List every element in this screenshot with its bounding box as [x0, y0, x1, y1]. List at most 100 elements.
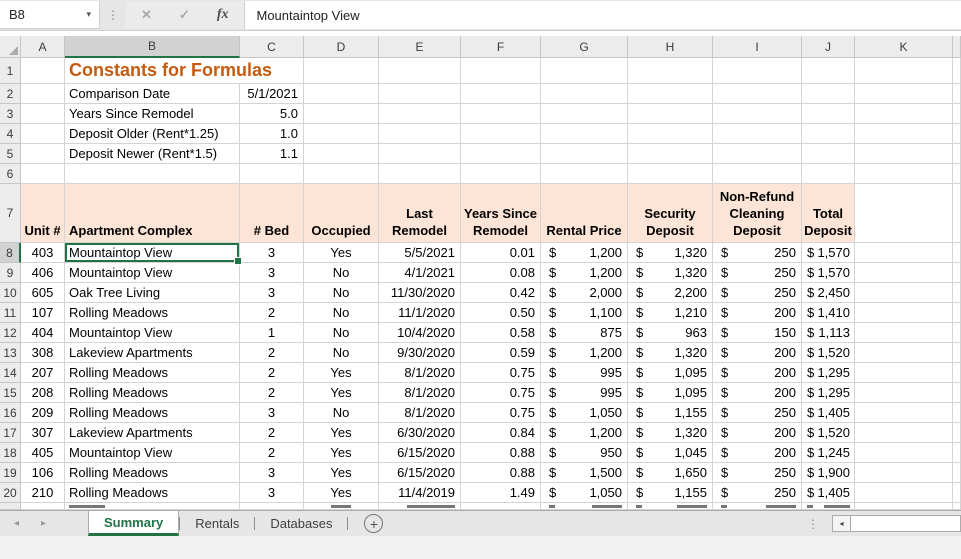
cell[interactable]	[855, 443, 953, 463]
cell[interactable]	[855, 463, 953, 483]
column-header-J[interactable]: J	[802, 36, 855, 58]
cell-A8[interactable]: 403	[21, 243, 65, 263]
row-header-18[interactable]: 18	[0, 443, 21, 463]
cell-C9[interactable]: 3	[240, 263, 304, 283]
cell[interactable]	[461, 58, 541, 84]
cell-D8[interactable]: Yes	[304, 243, 379, 263]
cell-F12[interactable]: 0.58	[461, 323, 541, 343]
cell-D16[interactable]: No	[304, 403, 379, 423]
cell-J14[interactable]: $1,295	[802, 363, 855, 383]
cell-G11[interactable]: $1,100	[541, 303, 628, 323]
cell-J21[interactable]	[802, 503, 855, 510]
cell[interactable]	[304, 84, 379, 104]
cell[interactable]	[802, 84, 855, 104]
cell-A19[interactable]: 106	[21, 463, 65, 483]
cell-F13[interactable]: 0.59	[461, 343, 541, 363]
cell-A10[interactable]: 605	[21, 283, 65, 303]
cell-C8[interactable]: 3	[240, 243, 304, 263]
cell-I16[interactable]: $250	[713, 403, 802, 423]
cell[interactable]	[541, 124, 628, 144]
cell-A13[interactable]: 308	[21, 343, 65, 363]
cell-B8[interactable]: Mountaintop View	[65, 243, 242, 265]
table-header-D7[interactable]: Occupied	[304, 184, 379, 243]
column-header-D[interactable]: D	[304, 36, 379, 58]
cell[interactable]	[802, 124, 855, 144]
cell-F10[interactable]: 0.42	[461, 283, 541, 303]
cell[interactable]	[855, 503, 953, 510]
cell-H10[interactable]: $2,200	[628, 283, 713, 303]
row-header-19[interactable]: 19	[0, 463, 21, 483]
row-header-17[interactable]: 17	[0, 423, 21, 443]
cell-G19[interactable]: $1,500	[541, 463, 628, 483]
cell[interactable]	[953, 363, 961, 383]
table-header-F7[interactable]: Years Since Remodel	[461, 184, 541, 243]
cell[interactable]	[855, 423, 953, 443]
cell-F9[interactable]: 0.08	[461, 263, 541, 283]
cell-I15[interactable]: $200	[713, 383, 802, 403]
cell[interactable]	[379, 144, 461, 164]
cell-I13[interactable]: $200	[713, 343, 802, 363]
row-header-1[interactable]: 1	[0, 58, 21, 84]
cell-D13[interactable]: No	[304, 343, 379, 363]
cell[interactable]	[541, 84, 628, 104]
cell-I12[interactable]: $150	[713, 323, 802, 343]
cell-F11[interactable]: 0.50	[461, 303, 541, 323]
cell-H8[interactable]: $1,320	[628, 243, 713, 263]
cell-C12[interactable]: 1	[240, 323, 304, 343]
cell[interactable]	[855, 243, 953, 263]
cell-I19[interactable]: $250	[713, 463, 802, 483]
cell[interactable]	[855, 144, 953, 164]
name-box[interactable]: B8 ▾	[0, 1, 100, 29]
tab-scroll-left-icon[interactable]: ◂	[14, 518, 19, 529]
cell-I17[interactable]: $200	[713, 423, 802, 443]
cell-B20[interactable]: Rolling Meadows	[65, 483, 240, 503]
cell-I18[interactable]: $200	[713, 443, 802, 463]
cell[interactable]	[628, 164, 713, 184]
cell-J15[interactable]: $1,295	[802, 383, 855, 403]
cell-H14[interactable]: $1,095	[628, 363, 713, 383]
cell-B16[interactable]: Rolling Meadows	[65, 403, 240, 423]
cell-B10[interactable]: Oak Tree Living	[65, 283, 240, 303]
sheet-tab-summary[interactable]: Summary	[88, 511, 180, 536]
cell[interactable]	[541, 58, 628, 84]
cell-H21[interactable]	[628, 503, 713, 510]
cell[interactable]	[953, 164, 961, 184]
row-header-8[interactable]: 8	[0, 243, 21, 263]
cell[interactable]	[461, 104, 541, 124]
row-header-9[interactable]: 9	[0, 263, 21, 283]
row-header-16[interactable]: 16	[0, 403, 21, 423]
sheet-tab-databases[interactable]: Databases	[255, 511, 347, 536]
cell-I11[interactable]: $200	[713, 303, 802, 323]
cell[interactable]	[855, 323, 953, 343]
cell[interactable]	[713, 84, 802, 104]
row-header-11[interactable]: 11	[0, 303, 21, 323]
cell[interactable]	[304, 104, 379, 124]
cell[interactable]	[855, 483, 953, 503]
column-header-E[interactable]: E	[379, 36, 461, 58]
cell[interactable]	[304, 164, 379, 184]
cell[interactable]	[855, 58, 953, 84]
cell[interactable]	[628, 124, 713, 144]
hscroll-left-arrow[interactable]: ◂	[832, 515, 851, 532]
cell-C18[interactable]: 2	[240, 443, 304, 463]
table-header-E7[interactable]: Last Remodel	[379, 184, 461, 243]
row-header-3[interactable]: 3	[0, 104, 21, 124]
cell-F14[interactable]: 0.75	[461, 363, 541, 383]
constant-value-C2[interactable]: 5/1/2021	[240, 84, 304, 104]
cell-G15[interactable]: $995	[541, 383, 628, 403]
cell[interactable]	[461, 124, 541, 144]
cell-J8[interactable]: $1,570	[802, 243, 855, 263]
cell-F17[interactable]: 0.84	[461, 423, 541, 443]
cell[interactable]	[713, 58, 802, 84]
cell[interactable]	[541, 164, 628, 184]
cell-B14[interactable]: Rolling Meadows	[65, 363, 240, 383]
cell[interactable]	[953, 503, 961, 510]
cell-H9[interactable]: $1,320	[628, 263, 713, 283]
cell-A3[interactable]	[21, 104, 65, 124]
cell-J11[interactable]: $1,410	[802, 303, 855, 323]
cell[interactable]	[855, 84, 953, 104]
cell[interactable]	[802, 104, 855, 124]
cell[interactable]	[855, 104, 953, 124]
cell-D10[interactable]: No	[304, 283, 379, 303]
cell[interactable]	[541, 104, 628, 124]
